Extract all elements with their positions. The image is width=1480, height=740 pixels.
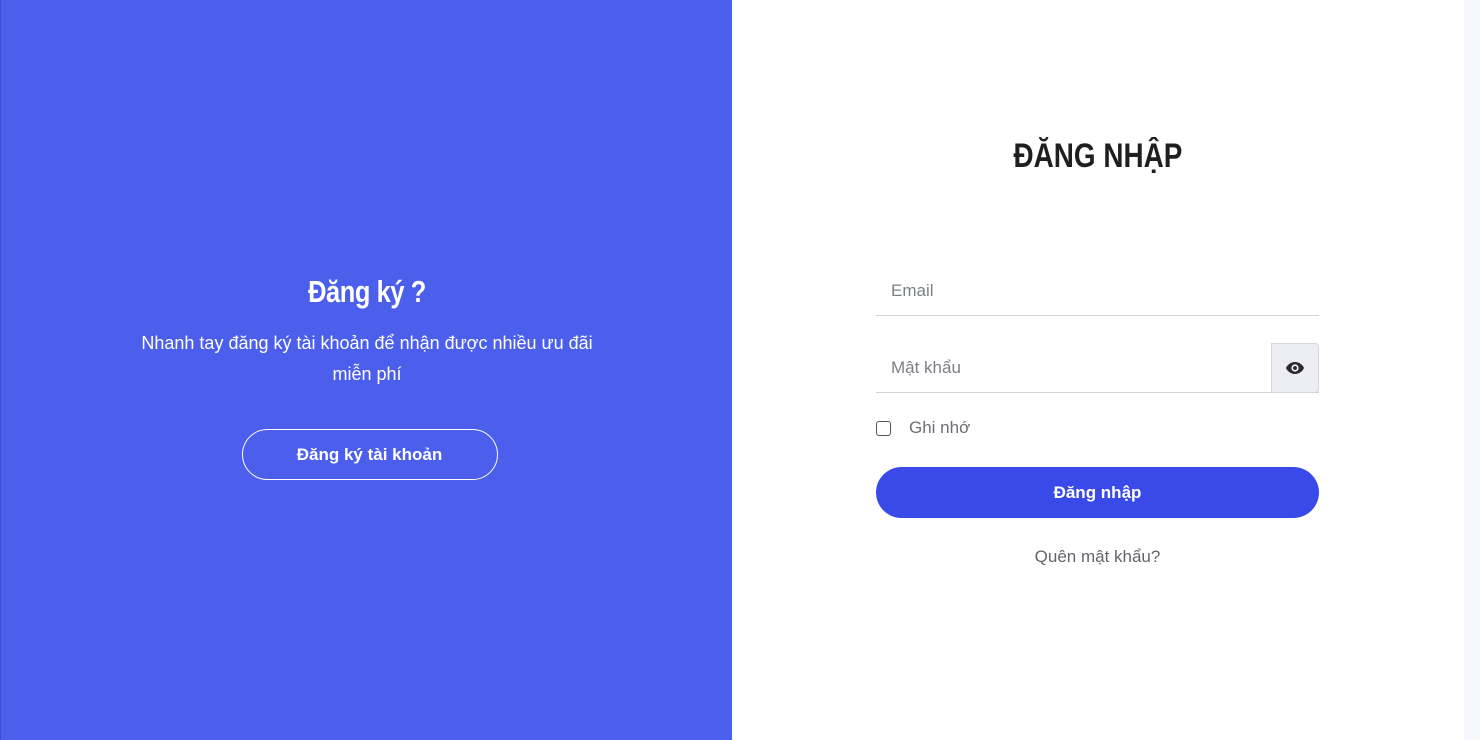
password-input[interactable]	[876, 343, 1271, 392]
remember-me-row: Ghi nhớ	[876, 418, 1319, 438]
scrollbar-track[interactable]	[1464, 0, 1480, 740]
toggle-password-button[interactable]	[1271, 343, 1319, 393]
register-promo-description: Nhanh tay đăng ký tài khoản để nhận được…	[141, 333, 593, 384]
login-title-text: ĐĂNG NHẬP	[1013, 137, 1183, 175]
login-page: Đăng ký ? Nhanh tay đăng ký tài khoản để…	[0, 0, 1480, 740]
remember-me-checkbox[interactable]	[876, 420, 891, 436]
forgot-password-link[interactable]: Quên mật khẩu?	[876, 547, 1319, 567]
email-field-wrapper	[876, 266, 1319, 316]
eye-icon	[1286, 362, 1304, 374]
register-promo-title: Đăng ký ?	[308, 274, 426, 309]
remember-me-label: Ghi nhớ	[909, 418, 971, 437]
register-account-button[interactable]: Đăng ký tài khoản	[241, 429, 498, 480]
login-submit-button[interactable]: Đăng nhập	[876, 467, 1319, 518]
login-panel: ĐĂNG NHẬP Ghi nhớ Đăng n	[732, 0, 1464, 740]
login-title: ĐĂNG NHẬP	[732, 134, 1464, 178]
register-promo-panel: Đăng ký ? Nhanh tay đăng ký tài khoản để…	[0, 0, 732, 740]
register-promo-content: Đăng ký ? Nhanh tay đăng ký tài khoản để…	[1, 270, 733, 480]
password-field-wrapper	[876, 343, 1319, 393]
login-form: Ghi nhớ Đăng nhập Quên mật khẩu?	[876, 266, 1319, 567]
email-input[interactable]	[876, 266, 1319, 315]
